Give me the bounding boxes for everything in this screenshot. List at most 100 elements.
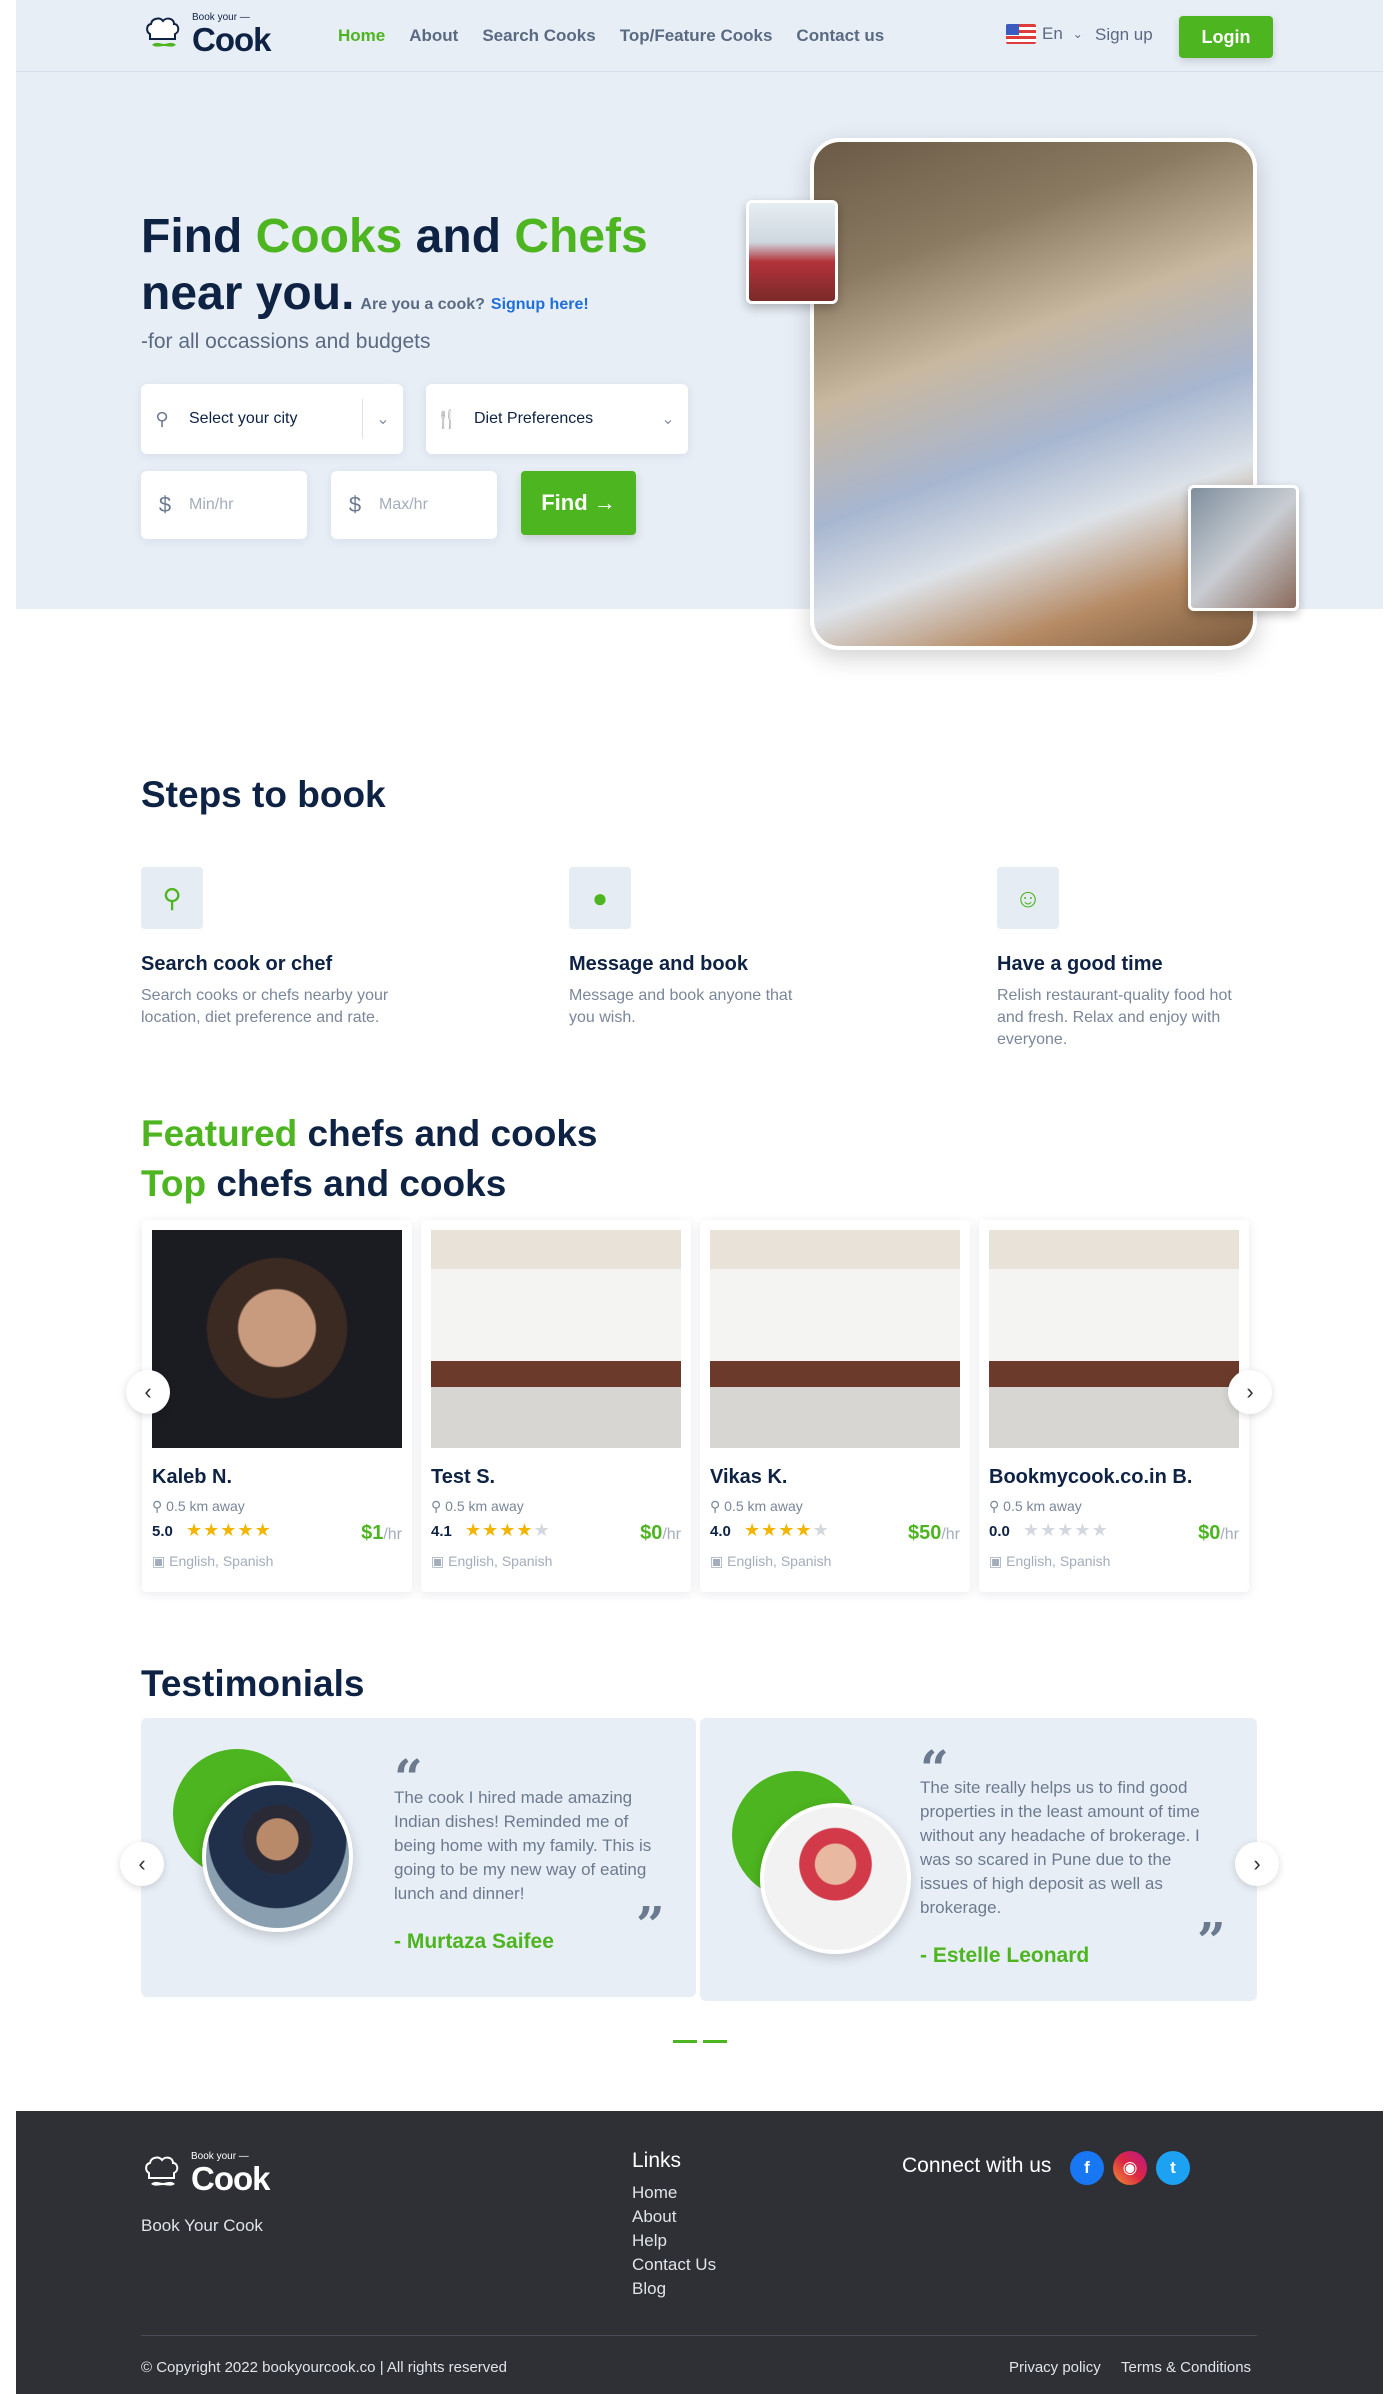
cook-distance-text: 0.5 km away <box>166 1498 245 1514</box>
footer-link-home[interactable]: Home <box>632 2181 716 2205</box>
star-filled-icon: ★ <box>761 1520 779 1540</box>
star-empty-icon: ★ <box>533 1520 551 1540</box>
step-1-title: Search cook or chef <box>141 953 333 975</box>
main-menu: Home About Search Cooks Top/Feature Cook… <box>338 26 884 46</box>
carousel-dot-active[interactable] <box>673 2040 697 2043</box>
hero-photo-chef-serving <box>1188 485 1299 611</box>
cook-card[interactable]: Vikas K. ⚲ 0.5 km away 4.0 ★★★★★ $50/hr … <box>700 1220 970 1592</box>
cook-price-value: $1 <box>361 1522 384 1544</box>
cook-price: $1/hr <box>361 1522 402 1545</box>
testimonial-avatar <box>202 1781 353 1932</box>
dollar-icon: $ <box>158 492 172 517</box>
testimonials-next-arrow-icon[interactable]: › <box>1235 1842 1279 1886</box>
footer-link-about[interactable]: About <box>632 2205 716 2229</box>
cook-name: Vikas K. <box>710 1466 788 1488</box>
testimonial-text: The cook I hired made amazing Indian dis… <box>394 1788 652 1903</box>
star-filled-icon: ★ <box>465 1520 483 1540</box>
carousel-dot[interactable] <box>703 2040 727 2043</box>
diet-select-label: Diet Preferences <box>474 410 594 427</box>
cook-signup-link[interactable]: Signup here! <box>491 296 589 313</box>
cook-distance-text: 0.5 km away <box>1003 1498 1082 1514</box>
star-filled-icon: ★ <box>516 1520 534 1540</box>
nav-about[interactable]: About <box>409 26 458 46</box>
star-filled-icon: ★ <box>482 1520 500 1540</box>
privacy-policy-link[interactable]: Privacy policy <box>1009 2359 1101 2376</box>
min-rate-input[interactable]: $ Min/hr <box>141 471 307 539</box>
find-button[interactable]: Find → <box>521 471 636 535</box>
cook-distance-text: 0.5 km away <box>724 1498 803 1514</box>
testimonials-prev-arrow-icon[interactable]: ‹ <box>120 1842 164 1886</box>
footer-logo[interactable]: Book your — Cook <box>141 2151 270 2195</box>
location-pin-icon: ⚲ <box>989 1498 1004 1514</box>
nav-search-cooks[interactable]: Search Cooks <box>482 26 595 46</box>
cook-price: $50/hr <box>908 1522 960 1545</box>
step-3-description: Relish restaurant-quality food hot and f… <box>997 987 1232 1048</box>
min-rate-placeholder: Min/hr <box>189 496 234 513</box>
language-selector[interactable]: En ⌄ <box>1006 24 1083 44</box>
star-empty-icon: ★ <box>1091 1520 1109 1540</box>
cook-languages-text: English, Spanish <box>169 1553 274 1569</box>
language-icon: ▣ <box>152 1553 170 1569</box>
cook-price-unit: /hr <box>941 1526 960 1543</box>
footer-link-contact-us[interactable]: Contact Us <box>632 2253 716 2277</box>
cooks-next-arrow-icon[interactable]: › <box>1228 1370 1272 1414</box>
star-empty-icon: ★ <box>1057 1520 1075 1540</box>
top-heading: Top chefs and cooks <box>141 1163 506 1205</box>
footer-link-help[interactable]: Help <box>632 2229 716 2253</box>
step-1-description: Search cooks or chefs nearby your locati… <box>141 987 389 1026</box>
chat-icon: ● <box>569 867 631 929</box>
cook-rating: 0.0 <box>989 1523 1010 1540</box>
utensils-icon: 🍴 <box>435 408 459 429</box>
cook-distance: ⚲ 0.5 km away <box>152 1498 245 1515</box>
language-label: En <box>1042 24 1063 43</box>
facebook-icon[interactable]: f <box>1070 2151 1104 2185</box>
hero-title-near: near you. <box>141 267 355 320</box>
cook-price-unit: /hr <box>383 1526 402 1543</box>
cook-card[interactable]: Test S. ⚲ 0.5 km away 4.1 ★★★★★ $0/hr ▣ … <box>421 1220 691 1592</box>
nav-top-feature-cooks[interactable]: Top/Feature Cooks <box>620 26 773 46</box>
terms-link[interactable]: Terms & Conditions <box>1121 2359 1251 2376</box>
close-quote-icon: ” <box>1197 1911 1226 1970</box>
star-empty-icon: ★ <box>1074 1520 1092 1540</box>
footer-divider <box>141 2335 1257 2336</box>
max-rate-input[interactable]: $ Max/hr <box>331 471 497 539</box>
location-pin-icon: ⚲ <box>710 1498 725 1514</box>
logo-big-text: Cook <box>192 20 271 58</box>
top-navbar: Book your — Cook Home About Search Cooks… <box>16 0 1383 72</box>
cook-name: Bookmycook.co.in B. <box>989 1466 1193 1488</box>
cook-price-value: $0 <box>640 1522 663 1544</box>
chevron-down-icon: ⌄ <box>1072 27 1083 41</box>
twitter-icon[interactable]: t <box>1156 2151 1190 2185</box>
cooks-prev-arrow-icon[interactable]: ‹ <box>126 1370 170 1414</box>
star-filled-icon: ★ <box>186 1520 204 1540</box>
nav-home[interactable]: Home <box>338 26 385 46</box>
close-quote-icon: ” <box>636 1895 665 1954</box>
login-button[interactable]: Login <box>1179 16 1273 58</box>
search-icon: ⚲ <box>141 867 203 929</box>
signup-link[interactable]: Sign up <box>1095 25 1153 45</box>
dollar-icon: $ <box>348 492 362 517</box>
nav-contact-us[interactable]: Contact us <box>796 26 884 46</box>
location-pin-icon: ⚲ <box>155 408 169 429</box>
top-heading-green: Top <box>141 1163 207 1204</box>
cook-distance: ⚲ 0.5 km away <box>989 1498 1082 1515</box>
instagram-icon[interactable]: ◉ <box>1113 2151 1147 2185</box>
star-filled-icon: ★ <box>203 1520 221 1540</box>
star-filled-icon: ★ <box>220 1520 238 1540</box>
cook-rating: 5.0 <box>152 1523 173 1540</box>
hero-subtitle: -for all occassions and budgets <box>141 330 431 353</box>
cook-distance: ⚲ 0.5 km away <box>710 1498 803 1515</box>
footer-link-blog[interactable]: Blog <box>632 2277 716 2301</box>
star-filled-icon: ★ <box>795 1520 813 1540</box>
cook-question: Are you a cook? <box>360 296 485 313</box>
cook-photo <box>152 1230 402 1448</box>
site-logo[interactable]: Book your — Cook <box>142 12 271 56</box>
diet-preferences-select[interactable]: 🍴 Diet Preferences ⌄ <box>426 384 688 454</box>
testimonial-author: - Estelle Leonard <box>920 1944 1090 1967</box>
cook-price-unit: /hr <box>662 1526 681 1543</box>
cook-name: Kaleb N. <box>152 1466 233 1488</box>
cook-card[interactable]: Kaleb N. ⚲ 0.5 km away 5.0 ★★★★★ $1/hr ▣… <box>142 1220 412 1592</box>
cook-card[interactable]: Bookmycook.co.in B. ⚲ 0.5 km away 0.0 ★★… <box>979 1220 1249 1592</box>
hero-title-find: Find <box>141 210 256 263</box>
city-select[interactable]: ⚲ Select your city ⌄ <box>141 384 403 454</box>
